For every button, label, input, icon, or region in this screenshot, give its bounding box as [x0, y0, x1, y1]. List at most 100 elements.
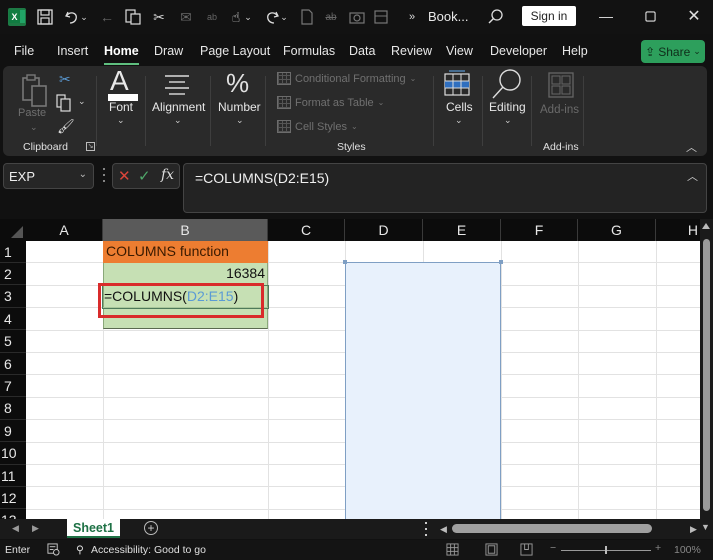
scroll-down-icon[interactable]: ▼ [701, 522, 710, 532]
save-icon[interactable] [36, 8, 54, 26]
paste-dropdown-icon[interactable]: ⌄ [30, 122, 38, 133]
alignment-button[interactable]: Alignment [152, 100, 205, 114]
row-header-5[interactable]: 5 [0, 331, 26, 353]
close-button[interactable]: ✕ [682, 6, 706, 26]
worksheet-grid[interactable]: A B C D E F G H 12345678910111213 COLUMN… [0, 219, 713, 520]
collapse-formula-bar-icon[interactable]: ︿ [687, 168, 698, 184]
tab-draw[interactable]: Draw [154, 44, 183, 58]
redo-dropdown-icon[interactable]: ⌄ [279, 8, 289, 26]
tab-formulas[interactable]: Formulas [283, 44, 335, 58]
undo-dropdown-icon[interactable]: ⌄ [79, 8, 89, 26]
select-all-button[interactable] [0, 219, 26, 241]
column-header-h[interactable]: H [656, 219, 700, 241]
tab-home[interactable]: Home [104, 44, 139, 65]
row-header-7[interactable]: 7 [0, 375, 26, 398]
alignment-dropdown-icon[interactable]: ⌄ [174, 115, 182, 126]
number-button[interactable]: Number [218, 100, 261, 114]
cut-icon[interactable]: ✂ [150, 8, 168, 26]
column-header-d[interactable]: D [345, 219, 423, 241]
tab-page-layout[interactable]: Page Layout [200, 44, 270, 58]
horizontal-scroll-thumb[interactable] [452, 524, 652, 533]
sheet-tab-sheet1[interactable]: Sheet1 [67, 519, 120, 538]
row-header-8[interactable]: 8 [0, 398, 26, 420]
next-sheet-icon[interactable]: ▶ [32, 523, 39, 534]
vertical-scroll-thumb[interactable] [703, 239, 710, 511]
cut-ribbon-icon[interactable]: ✂ [59, 71, 71, 88]
row-header-1[interactable]: 1 [0, 241, 26, 263]
tab-data[interactable]: Data [349, 44, 375, 58]
page-break-view-icon[interactable] [520, 543, 533, 559]
macro-recording-icon[interactable] [47, 543, 60, 559]
paste-icon[interactable] [20, 74, 50, 108]
tab-review[interactable]: Review [391, 44, 432, 58]
copy-icon[interactable] [124, 8, 142, 26]
row-header-2[interactable]: 2 [0, 263, 26, 286]
row-header-10[interactable]: 10 [0, 443, 26, 465]
clipboard-launcher-icon[interactable]: ↘ [86, 142, 95, 151]
accessibility-status[interactable]: Accessibility: Good to go [91, 544, 206, 556]
prev-sheet-icon[interactable]: ◀ [12, 523, 19, 534]
editing-button[interactable]: Editing [489, 100, 526, 114]
cell-b1[interactable]: COLUMNS function [106, 243, 229, 259]
formula-bar-grip-icon[interactable] [102, 168, 105, 182]
formula-input[interactable]: =COLUMNS(D2:E15) ︿ [183, 163, 707, 213]
tab-help[interactable]: Help [562, 44, 588, 58]
add-sheet-button[interactable]: + [144, 521, 158, 535]
zoom-out-button[interactable]: − [550, 542, 556, 554]
column-header-b[interactable]: B [103, 219, 268, 241]
row-header-11[interactable]: 11 [0, 465, 26, 487]
font-dropdown-icon[interactable]: ⌄ [117, 115, 125, 126]
conditional-formatting-button: Conditional Formatting ⌄ [277, 72, 416, 85]
column-header-e[interactable]: E [423, 219, 501, 241]
maximize-button[interactable] [638, 6, 662, 26]
column-header-c[interactable]: C [268, 219, 345, 241]
tab-file[interactable]: File [14, 44, 34, 58]
tab-view[interactable]: View [446, 44, 473, 58]
font-button[interactable]: Font [109, 100, 133, 114]
minimize-button[interactable]: — [594, 6, 618, 26]
copy-dropdown-icon[interactable]: ⌄ [78, 96, 86, 107]
scroll-left-icon[interactable]: ◀ [440, 524, 447, 535]
name-box-dropdown-icon[interactable]: ⌄ [79, 169, 87, 180]
vertical-scrollbar[interactable] [700, 219, 713, 520]
scroll-right-icon[interactable]: ▶ [690, 524, 697, 535]
tab-developer[interactable]: Developer [490, 44, 547, 58]
collapse-ribbon-icon[interactable]: ︿ [686, 139, 697, 155]
enter-icon[interactable]: ✓ [138, 167, 151, 185]
touch-dropdown-icon[interactable]: ⌄ [243, 8, 253, 26]
scroll-up-icon[interactable] [702, 223, 710, 229]
copy-ribbon-icon[interactable] [56, 94, 72, 112]
cells-button[interactable]: Cells [446, 100, 473, 114]
editing-dropdown-icon[interactable]: ⌄ [504, 115, 512, 126]
zoom-level[interactable]: 100% [674, 544, 701, 556]
cell-b2[interactable]: 16384 [106, 265, 265, 281]
column-header-g[interactable]: G [578, 219, 656, 241]
tab-splitter-icon[interactable] [425, 522, 428, 536]
row-header-9[interactable]: 9 [0, 420, 26, 443]
horizontal-scrollbar[interactable]: ◀ ▶ [440, 523, 700, 534]
overflow-icon[interactable]: » [403, 8, 421, 26]
number-dropdown-icon[interactable]: ⌄ [236, 115, 244, 126]
cells-dropdown-icon[interactable]: ⌄ [455, 115, 463, 126]
tab-insert[interactable]: Insert [57, 44, 88, 58]
row-header-12[interactable]: 12 [0, 487, 26, 510]
zoom-in-button[interactable]: + [655, 542, 661, 554]
column-header-f[interactable]: F [501, 219, 578, 241]
row-header-4[interactable]: 4 [0, 308, 26, 331]
title-bar: X ⌄ ← ✂ ✉ ab ☝ ⌄ ⌄ ab » Book... Sign in … [0, 0, 713, 34]
column-header-a[interactable]: A [26, 219, 103, 241]
name-box[interactable]: EXP ⌄ [3, 163, 94, 189]
normal-view-icon[interactable] [446, 543, 459, 559]
page-layout-view-icon[interactable] [485, 543, 498, 559]
zoom-slider-thumb[interactable] [605, 546, 607, 554]
share-button[interactable]: ⇪ Share ⌄ [641, 40, 705, 63]
search-icon[interactable] [486, 8, 504, 26]
row-header-3[interactable]: 3 [0, 286, 26, 308]
insert-function-button[interactable]: fx [161, 167, 174, 183]
ribbon-tabs: File Insert Home Draw Page Layout Formul… [0, 38, 713, 66]
row-header-6[interactable]: 6 [0, 353, 26, 375]
new-file-icon [298, 8, 316, 26]
sign-in-button[interactable]: Sign in [522, 6, 576, 26]
cancel-icon[interactable]: ✕ [118, 167, 131, 185]
format-painter-icon[interactable]: 🖌 [57, 118, 75, 135]
